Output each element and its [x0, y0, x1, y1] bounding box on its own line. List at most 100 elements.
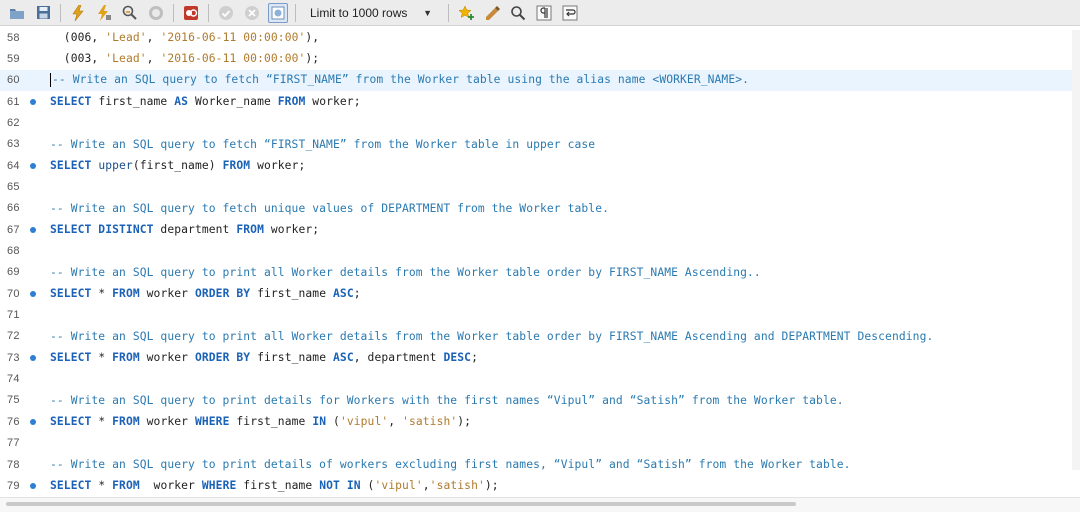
execute-icon[interactable] — [68, 3, 88, 23]
horizontal-scrollbar[interactable] — [0, 497, 1080, 512]
line-number: 79 — [7, 479, 20, 492]
editor-line[interactable]: 64 SELECT upper(first_name) FROM worker; — [0, 155, 1080, 176]
sql-keyword: FROM — [112, 415, 140, 429]
code-token: ); — [457, 415, 472, 429]
find-icon[interactable] — [508, 3, 528, 23]
editor-line[interactable]: 71 — [0, 305, 1080, 326]
toolbar-separator — [295, 3, 296, 22]
code-text[interactable]: -- Write an SQL query to fetch “FIRST_NA… — [50, 73, 750, 88]
editor-line[interactable]: 76 SELECT * FROM worker WHERE first_name … — [0, 411, 1080, 432]
line-number: 61 — [7, 95, 20, 108]
code-token: * — [91, 351, 113, 365]
sql-keyword: DESC — [443, 351, 472, 365]
line-number: 63 — [7, 138, 20, 151]
editor-line[interactable]: 58 (006, 'Lead', '2016-06-11 00:00:00'), — [0, 27, 1080, 48]
code-text[interactable]: SELECT * FROM worker ORDER BY first_name… — [50, 351, 478, 364]
editor-line[interactable]: 74 — [0, 369, 1080, 390]
code-token: ( — [50, 31, 71, 44]
code-token: first_name — [91, 95, 175, 109]
line-number: 76 — [7, 415, 20, 428]
sql-keyword: SELECT — [50, 95, 92, 109]
code-token: worker; — [305, 95, 361, 109]
sql-keyword: FROM — [236, 223, 264, 237]
editor-line[interactable]: 63 -- Write an SQL query to fetch “FIRST_… — [0, 134, 1080, 155]
gutter-marker — [30, 226, 50, 233]
chevron-down-icon: ▼ — [423, 7, 432, 18]
invisible-chars-icon[interactable] — [534, 3, 554, 23]
code-text[interactable]: -- Write an SQL query to print all Worke… — [50, 266, 761, 279]
editor-line[interactable]: 65 — [0, 176, 1080, 197]
code-text[interactable]: SELECT first_name AS Worker_name FROM wo… — [50, 95, 361, 108]
sql-keyword: ASC — [333, 287, 354, 301]
code-text[interactable]: -- Write an SQL query to print details o… — [50, 458, 851, 471]
code-text[interactable]: -- Write an SQL query to print details f… — [50, 394, 844, 407]
sql-comment: -- Write an SQL query to print details f… — [50, 393, 844, 407]
favorite-icon[interactable] — [456, 3, 476, 23]
code-token: * — [91, 415, 113, 429]
editor-line[interactable]: 70 SELECT * FROM worker ORDER BY first_na… — [0, 283, 1080, 304]
editor-line[interactable]: 68 — [0, 241, 1080, 262]
code-token: worker — [139, 415, 195, 429]
sql-keyword: AS — [174, 95, 189, 109]
horizontal-scrollbar-thumb[interactable] — [6, 502, 796, 506]
editor-line[interactable]: 62 — [0, 112, 1080, 133]
editor-line[interactable]: 77 — [0, 433, 1080, 454]
code-text[interactable]: -- Write an SQL query to print all Worke… — [50, 330, 933, 343]
sql-comment: -- Write an SQL query to fetch “FIRST_NA… — [52, 73, 750, 87]
line-number: 74 — [7, 373, 20, 386]
editor-line[interactable]: 66 -- Write an SQL query to fetch unique … — [0, 198, 1080, 219]
sql-keyword: WHERE — [201, 479, 237, 493]
editor-line[interactable]: 79 SELECT * FROM worker WHERE first_name … — [0, 475, 1080, 496]
editor-line[interactable]: 78 -- Write an SQL query to print details… — [0, 454, 1080, 475]
gutter-marker — [30, 98, 50, 105]
code-token: worker; — [263, 223, 320, 237]
code-token: first_name — [236, 479, 320, 493]
code-text[interactable]: (003, 'Lead', '2016-06-11 00:00:00'); — [50, 52, 319, 65]
rollback-icon[interactable] — [242, 3, 262, 23]
wrap-lines-icon[interactable] — [560, 3, 580, 23]
editor-line[interactable]: 73 SELECT * FROM worker ORDER BY first_na… — [0, 347, 1080, 368]
editor-line[interactable]: 67 SELECT DISTINCT department FROM worker… — [0, 219, 1080, 240]
editor-line[interactable]: 59 (003, 'Lead', '2016-06-11 00:00:00'); — [0, 48, 1080, 69]
statement-marker-icon — [30, 162, 36, 169]
sql-editor-toolbar: Limit to 1000 rows ▼ — [0, 0, 1080, 26]
code-text[interactable]: SELECT * FROM worker WHERE first_name IN… — [50, 415, 471, 428]
code-text[interactable]: -- Write an SQL query to fetch unique va… — [50, 202, 609, 215]
editor-line[interactable]: 61 SELECT first_name AS Worker_name FROM … — [0, 91, 1080, 112]
code-text[interactable]: SELECT DISTINCT department FROM worker; — [50, 223, 319, 236]
code-token: worker — [139, 351, 195, 365]
editor-line[interactable]: 75 -- Write an SQL query to print details… — [0, 390, 1080, 411]
sql-keyword: FROM — [112, 351, 140, 365]
code-token: first_name — [229, 415, 313, 429]
code-token: ; — [471, 351, 478, 365]
code-text[interactable]: (006, 'Lead', '2016-06-11 00:00:00'), — [50, 31, 319, 44]
line-number: 69 — [7, 266, 20, 279]
toggle-continue-icon[interactable] — [181, 3, 201, 23]
autocommit-icon[interactable] — [268, 2, 288, 23]
explain-icon[interactable] — [120, 3, 140, 23]
code-token: 003, — [70, 52, 106, 66]
editor-line[interactable]: 69 -- Write an SQL query to print all Wor… — [0, 262, 1080, 283]
line-number: 62 — [7, 116, 20, 129]
editor-line[interactable]: 60 -- Write an SQL query to fetch “FIRST_… — [0, 69, 1080, 91]
open-folder-icon[interactable] — [7, 3, 27, 23]
save-icon[interactable] — [33, 3, 53, 23]
editor-line[interactable]: 72 -- Write an SQL query to print all Wor… — [0, 326, 1080, 347]
gutter-marker — [30, 354, 50, 361]
execute-current-icon[interactable] — [94, 3, 114, 23]
vertical-scrollbar[interactable] — [1072, 30, 1080, 470]
limit-rows-select[interactable]: Limit to 1000 rows ▼ — [306, 3, 438, 23]
stop-icon[interactable] — [146, 3, 166, 23]
code-text[interactable]: SELECT * FROM worker WHERE first_name NO… — [50, 479, 499, 492]
beautify-icon[interactable] — [482, 3, 502, 23]
line-number: 60 — [7, 74, 20, 87]
commit-icon[interactable] — [216, 3, 236, 23]
code-token: * — [91, 287, 113, 301]
string-literal: 'satish' — [429, 479, 485, 493]
code-text[interactable]: SELECT * FROM worker ORDER BY first_name… — [50, 287, 361, 300]
code-text[interactable]: SELECT upper(first_name) FROM worker; — [50, 159, 305, 172]
line-number: 65 — [7, 180, 20, 193]
line-number: 68 — [7, 245, 20, 257]
sql-editor[interactable]: 58 (006, 'Lead', '2016-06-11 00:00:00'),… — [0, 27, 1080, 497]
code-text[interactable]: -- Write an SQL query to fetch “FIRST_NA… — [50, 138, 595, 151]
